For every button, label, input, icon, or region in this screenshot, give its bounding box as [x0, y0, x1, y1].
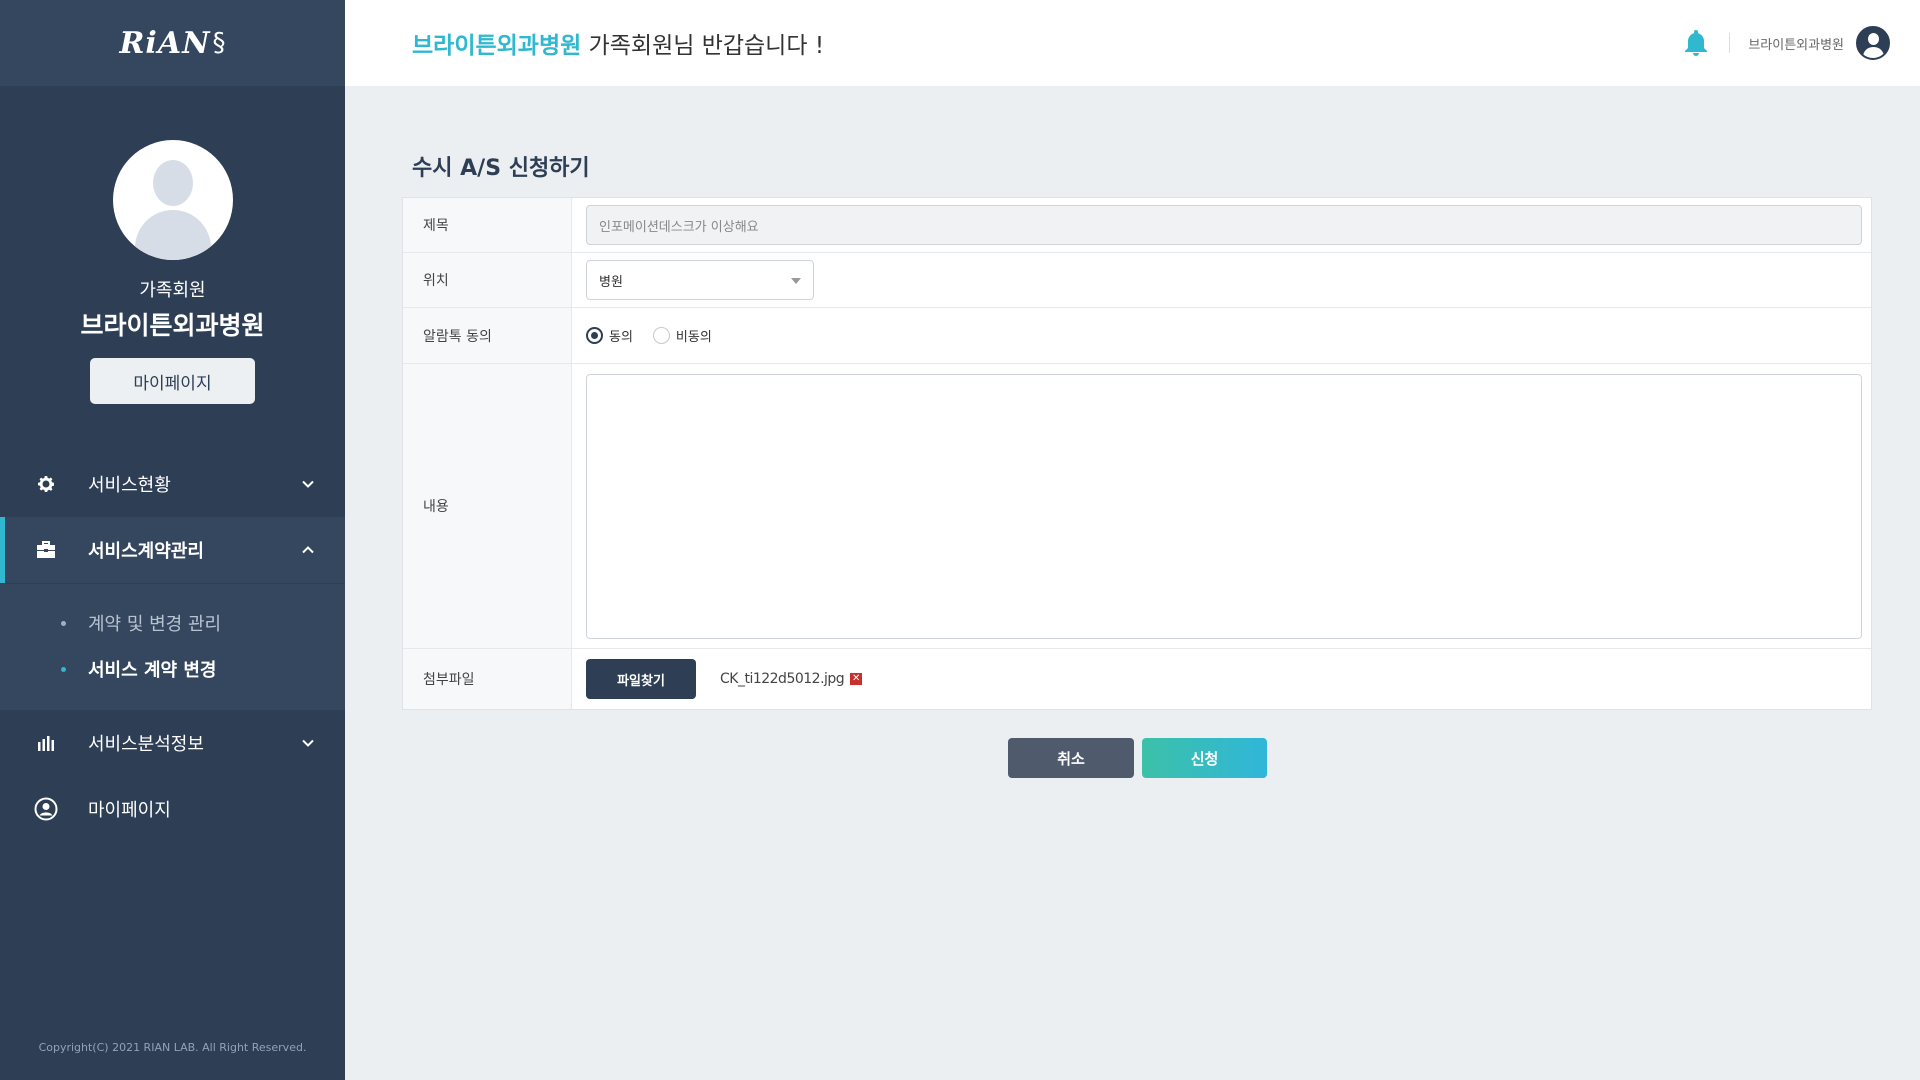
briefcase-icon [34, 538, 58, 562]
gear-icon [34, 472, 58, 496]
location-label: 위치 [403, 253, 572, 307]
submenu-item-service-contract-change[interactable]: 서비스 계약 변경 [0, 646, 345, 692]
top-header: 브라이튼외과병원 가족회원님 반갑습니다 ! 브라이튼외과병원 [345, 0, 1920, 86]
logo[interactable]: RiAN [119, 26, 210, 61]
sidebar-item-label: 서비스계약관리 [88, 541, 204, 562]
bullet-icon [61, 620, 66, 626]
welcome-message: 브라이튼외과병원 가족회원님 반갑습니다 ! [412, 26, 824, 60]
content-label: 내용 [403, 364, 572, 648]
form-row-alarm-agree: 알람톡 동의 동의 비동의 [403, 308, 1871, 364]
as-request-form: 제목 위치 병원 알람톡 동의 동의 비동의 [402, 197, 1872, 710]
logo-bar: RiAN § [0, 0, 345, 86]
bar-chart-icon [34, 731, 58, 755]
title-input[interactable] [586, 205, 1862, 245]
sidebar-item-service-status[interactable]: 서비스현황 [0, 451, 345, 517]
form-row-content: 내용 [403, 364, 1871, 649]
form-row-attachment: 첨부파일 파일찾기 CK_ti122d5012.jpg ✕ [403, 649, 1871, 709]
welcome-hospital-name: 브라이튼외과병원 [412, 33, 582, 59]
sidebar-item-service-analysis[interactable]: 서비스분석정보 [0, 710, 345, 776]
logo-swirl-icon: § [212, 28, 226, 58]
location-selected-value: 병원 [599, 274, 623, 290]
contract-submenu: 계약 및 변경 관리 서비스 계약 변경 [0, 583, 345, 710]
attachment-label: 첨부파일 [403, 649, 572, 709]
sidebar-item-label: 마이페이지 [88, 800, 171, 821]
sidebar-item-contract-management[interactable]: 서비스계약관리 [0, 517, 345, 583]
cancel-button[interactable]: 취소 [1008, 738, 1134, 778]
radio-checked-icon [586, 327, 603, 344]
submit-button[interactable]: 신청 [1142, 738, 1267, 778]
title-label: 제목 [403, 198, 572, 252]
sidebar: RiAN § 가족회원 브라이튼외과병원 마이페이지 서비스현황 서비스계약관리 [0, 0, 345, 1080]
mypage-button[interactable]: 마이페이지 [90, 358, 255, 404]
sidebar-item-label: 서비스분석정보 [88, 734, 204, 755]
agree-radio-group: 동의 비동의 [586, 326, 732, 345]
caret-down-icon [791, 278, 801, 284]
copyright: Copyright(C) 2021 RIAN LAB. All Right Re… [38, 1041, 307, 1054]
form-row-title: 제목 [403, 198, 1871, 253]
content-textarea[interactable] [586, 373, 1862, 639]
location-select[interactable]: 병원 [586, 260, 814, 300]
sidebar-menu: 서비스현황 서비스계약관리 계약 및 변경 관리 서비스 계약 변경 서비스분석… [0, 451, 345, 842]
form-row-location: 위치 병원 [403, 253, 1871, 308]
chevron-down-icon [301, 734, 315, 755]
bell-icon[interactable] [1681, 27, 1711, 59]
welcome-text: 가족회원님 반갑습니다 ! [581, 33, 825, 59]
bullet-icon [61, 666, 66, 672]
submenu-item-label: 계약 및 변경 관리 [88, 614, 222, 635]
hospital-name: 브라이튼외과병원 [80, 311, 265, 340]
agree-radio-yes[interactable]: 동의 [586, 326, 633, 345]
delete-file-icon[interactable]: ✕ [850, 673, 863, 685]
sidebar-item-label: 서비스현황 [88, 475, 171, 496]
sidebar-item-mypage[interactable]: 마이페이지 [0, 776, 345, 842]
agree-radio-no[interactable]: 비동의 [652, 326, 712, 345]
agree-label: 알람톡 동의 [403, 308, 572, 363]
submenu-item-label: 서비스 계약 변경 [88, 660, 217, 681]
header-divider [1729, 33, 1731, 53]
submenu-item-contract-change-management[interactable]: 계약 및 변경 관리 [0, 600, 345, 646]
file-browse-button[interactable]: 파일찾기 [586, 659, 696, 699]
member-type: 가족회원 [139, 280, 206, 301]
header-user-area: 브라이튼외과병원 [1681, 26, 1890, 60]
form-actions: 취소 신청 [1008, 738, 1267, 778]
user-circle-icon [34, 797, 58, 821]
chevron-up-icon [301, 541, 315, 562]
page-title: 수시 A/S 신청하기 [412, 156, 590, 181]
radio-label: 비동의 [675, 330, 712, 345]
attached-file-name: CK_ti122d5012.jpg [720, 671, 845, 687]
user-avatar-icon[interactable] [1856, 26, 1890, 60]
chevron-down-icon [301, 475, 315, 496]
profile-card: 가족회원 브라이튼외과병원 마이페이지 [0, 140, 345, 404]
header-user-name[interactable]: 브라이튼외과병원 [1748, 34, 1844, 53]
radio-unchecked-icon [652, 327, 670, 344]
profile-avatar [112, 140, 233, 260]
radio-label: 동의 [609, 330, 633, 345]
